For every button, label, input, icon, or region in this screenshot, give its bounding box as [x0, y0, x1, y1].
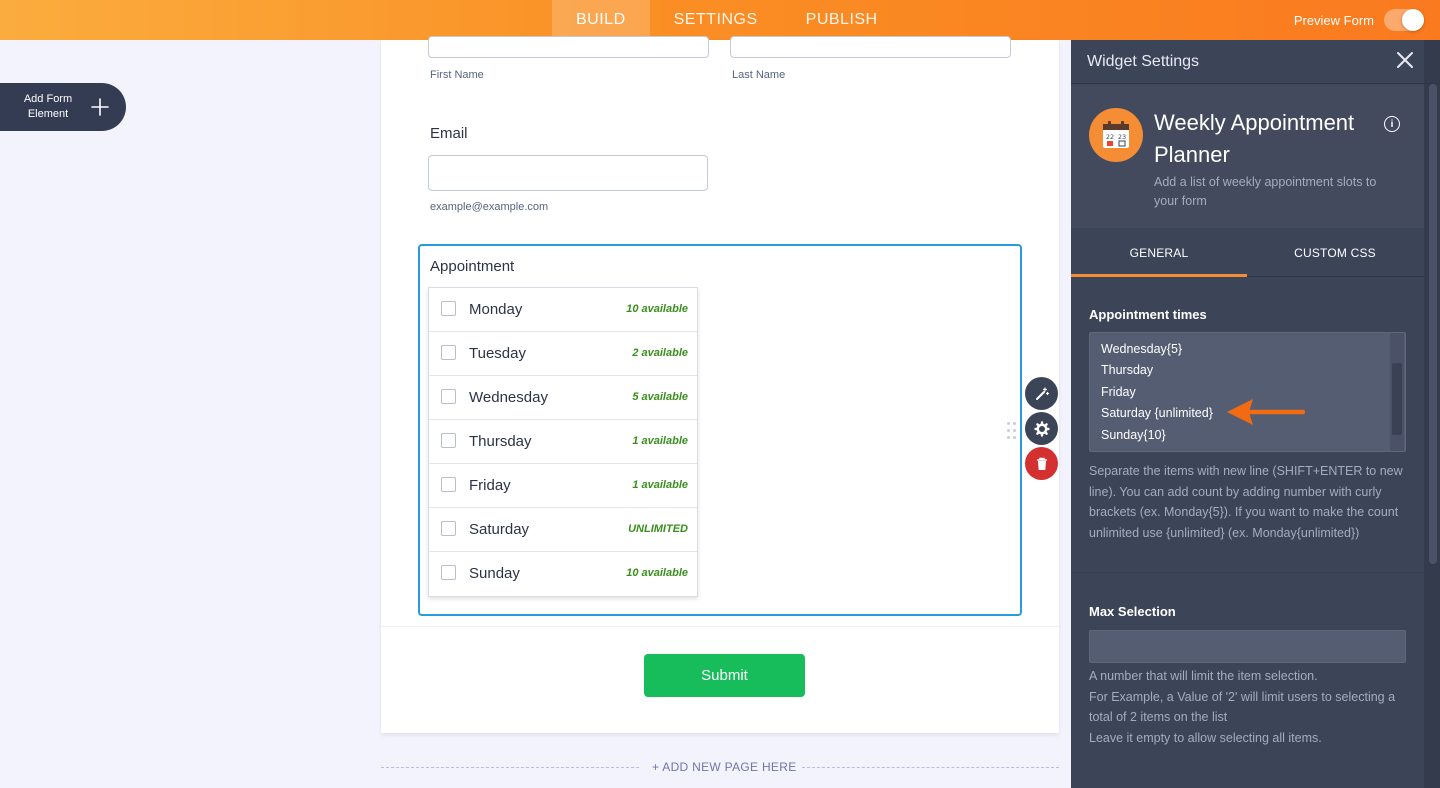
appointment-label: Appointment	[430, 258, 515, 275]
option-availability: UNLIMITED	[628, 523, 688, 535]
form-divider	[381, 626, 1059, 627]
max-selection-help: A number that will limit the item select…	[1089, 666, 1409, 748]
checkbox[interactable]	[441, 565, 456, 580]
calendar-day-2: 23	[1118, 133, 1126, 141]
textarea-line: Thursday	[1101, 363, 1154, 377]
textarea-scrollbar[interactable]	[1390, 333, 1404, 451]
drag-handle-icon[interactable]	[1006, 421, 1018, 441]
calendar-day-1: 22	[1106, 133, 1114, 141]
option-day: Friday	[469, 477, 511, 494]
last-name-sublabel: Last Name	[732, 69, 786, 81]
option-day: Sunday	[469, 565, 520, 582]
dashed-line	[381, 767, 639, 768]
option-availability: 2 available	[632, 347, 688, 359]
checkbox[interactable]	[441, 521, 456, 536]
max-selection-help-line: For Example, a Value of '2' will limit u…	[1089, 689, 1396, 725]
option-availability: 10 available	[626, 303, 688, 315]
checkbox[interactable]	[441, 345, 456, 360]
trash-icon[interactable]	[1025, 447, 1058, 480]
appointment-times-textarea[interactable]: ··· · Wednesday{5} Thursday Friday Satur…	[1089, 332, 1406, 452]
option-day: Saturday	[469, 521, 530, 538]
first-name-input[interactable]	[428, 36, 709, 58]
top-navigation-bar: BUILD SETTINGS PUBLISH Preview Form	[0, 0, 1440, 40]
option-day: Wednesday	[469, 389, 548, 406]
email-sublabel: example@example.com	[430, 201, 549, 213]
option-availability: 5 available	[632, 391, 688, 403]
widget-header: 22 23 Weekly Appointment Planner i Add a…	[1071, 85, 1424, 228]
option-day: Thursday	[469, 433, 532, 450]
calendar-icon: 22 23	[1089, 108, 1143, 162]
dashed-line	[802, 767, 1059, 768]
section-divider	[1071, 572, 1424, 573]
appointment-option-monday[interactable]: Monday 10 available	[429, 288, 697, 332]
form-canvas: First Name Last Name Email example@examp…	[381, 36, 1059, 733]
max-selection-input[interactable]	[1089, 630, 1406, 663]
tab-publish[interactable]: PUBLISH	[782, 0, 902, 40]
appointment-option-tuesday[interactable]: Tuesday 2 available	[429, 332, 697, 376]
appointment-option-saturday[interactable]: Saturday UNLIMITED	[429, 508, 697, 552]
magic-wand-icon[interactable]	[1025, 377, 1058, 410]
max-selection-help-line: A number that will limit the item select…	[1089, 669, 1318, 683]
max-selection-label: Max Selection	[1089, 604, 1176, 619]
appointment-times-label: Appointment times	[1089, 307, 1207, 322]
add-form-element-button[interactable]: Add Form Element	[0, 83, 126, 131]
email-input[interactable]	[428, 155, 708, 191]
plus-icon	[80, 87, 120, 127]
preview-form-toggle[interactable]	[1384, 9, 1424, 31]
tab-settings[interactable]: SETTINGS	[650, 0, 782, 40]
tab-build[interactable]: BUILD	[552, 0, 650, 40]
tab-custom-css[interactable]: CUSTOM CSS	[1247, 232, 1423, 277]
appointment-option-thursday[interactable]: Thursday 1 available	[429, 420, 697, 464]
panel-tabs: GENERAL CUSTOM CSS	[1071, 232, 1424, 277]
appointment-option-sunday[interactable]: Sunday 10 available	[429, 552, 697, 596]
main-tabs: BUILD SETTINGS PUBLISH	[552, 0, 902, 40]
email-label: Email	[430, 125, 468, 142]
checkbox[interactable]	[441, 389, 456, 404]
widget-title: Weekly Appointment Planner	[1154, 110, 1355, 167]
add-new-page-link[interactable]: + ADD NEW PAGE HERE	[652, 760, 797, 774]
option-day: Monday	[469, 301, 523, 318]
textarea-line: Saturday {unlimited}	[1101, 406, 1213, 420]
textarea-line: Sunday{10}	[1101, 428, 1166, 442]
option-availability: 1 available	[632, 479, 688, 491]
preview-form-label: Preview Form	[1293, 12, 1374, 28]
add-new-page: + ADD NEW PAGE HERE	[381, 758, 1059, 778]
option-availability: 1 available	[632, 435, 688, 447]
option-day: Tuesday	[469, 345, 526, 362]
appointment-times-help: Separate the items with new line (SHIFT+…	[1089, 464, 1403, 540]
textarea-line: Friday	[1101, 385, 1136, 399]
first-name-sublabel: First Name	[430, 69, 484, 81]
appointment-options-list: Monday 10 available Tuesday 2 available …	[428, 287, 698, 597]
appointment-option-wednesday[interactable]: Wednesday 5 available	[429, 376, 697, 420]
checkbox[interactable]	[441, 301, 456, 316]
add-form-element-label: Add Form Element	[14, 92, 82, 122]
info-icon[interactable]: i	[1384, 116, 1400, 132]
tab-general[interactable]: GENERAL	[1071, 232, 1247, 277]
gear-icon[interactable]	[1025, 412, 1058, 445]
checkbox[interactable]	[441, 433, 456, 448]
textarea-line-partial: ··· ·	[1101, 333, 1121, 335]
appointment-option-friday[interactable]: Friday 1 available	[429, 464, 697, 508]
submit-button[interactable]: Submit	[644, 654, 805, 697]
panel-scrollbar-thumb[interactable]	[1429, 84, 1437, 564]
toggle-knob	[1402, 9, 1424, 31]
annotation-arrow-icon	[1225, 394, 1306, 430]
max-selection-help-line: Leave it empty to allow selecting all it…	[1089, 730, 1322, 745]
last-name-input[interactable]	[730, 36, 1011, 58]
add-form-element-label-line2: Element	[27, 108, 69, 120]
textarea-line: Wednesday{5}	[1101, 342, 1183, 356]
add-form-element-label-line1: Add Form	[23, 93, 73, 105]
checkbox[interactable]	[441, 477, 456, 492]
widget-description: Add a list of weekly appointment slots t…	[1154, 175, 1377, 208]
option-availability: 10 available	[626, 567, 688, 579]
textarea-scrollbar-thumb[interactable]	[1392, 363, 1402, 435]
preview-form-control: Preview Form	[1294, 0, 1424, 40]
panel-scrollbar[interactable]	[1424, 40, 1440, 788]
